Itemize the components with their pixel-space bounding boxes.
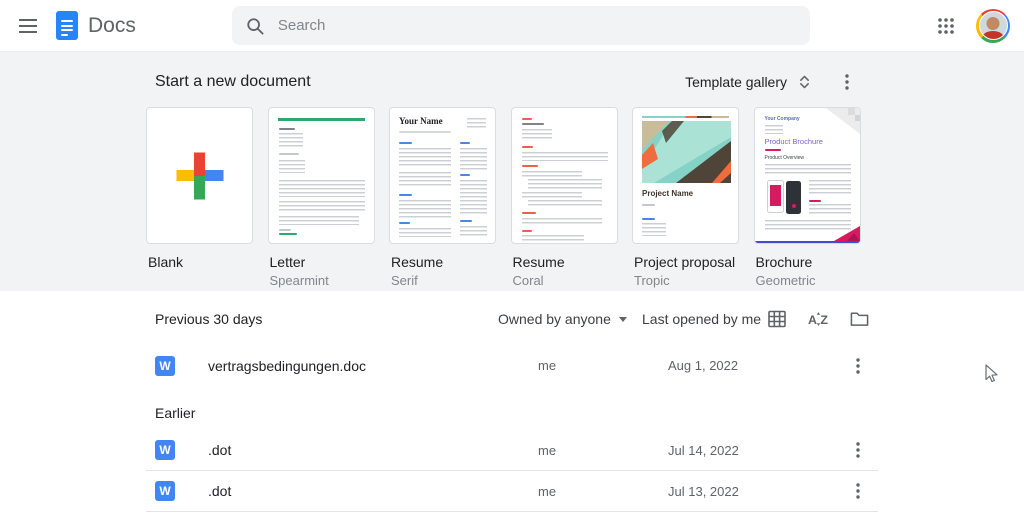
hamburger-menu-icon[interactable] — [8, 6, 48, 46]
template-name: Blank — [146, 254, 253, 270]
owned-by-filter-dropdown[interactable]: Owned by anyone — [498, 311, 627, 327]
template-card-project-proposal-tropic[interactable]: Project Name — [632, 107, 739, 244]
svg-text:A: A — [808, 313, 817, 327]
file-owner: me — [538, 358, 668, 373]
new-blank-plus-icon — [176, 152, 223, 199]
file-name: vertragsbedingungen.doc — [199, 358, 538, 374]
file-row-vertragsbedingungen[interactable]: W vertragsbedingungen.doc me Aug 1, 2022 — [146, 345, 878, 386]
template-style: Tropic — [632, 273, 739, 288]
file-last-opened: Jul 14, 2022 — [668, 443, 838, 458]
preview-title: Project Name — [642, 190, 693, 198]
file-owner: me — [538, 443, 668, 458]
file-row-dot-2[interactable]: W .dot me Jul 13, 2022 — [146, 471, 878, 512]
file-actions-kebab-icon[interactable] — [842, 475, 874, 507]
template-name: Brochure — [754, 254, 861, 270]
word-file-icon: W — [155, 356, 175, 376]
dropdown-caret-icon — [619, 317, 627, 322]
template-card-blank[interactable] — [146, 107, 253, 244]
template-style: Coral — [511, 273, 618, 288]
file-last-opened: Jul 13, 2022 — [668, 484, 838, 499]
file-row-dot-1[interactable]: W .dot me Jul 14, 2022 — [146, 430, 878, 471]
template-gallery-button[interactable]: Template gallery — [675, 66, 820, 98]
template-gallery-label: Template gallery — [685, 74, 787, 90]
word-file-icon: W — [155, 440, 175, 460]
preview-company: Your Company — [765, 117, 800, 122]
group-title-previous-30-days: Previous 30 days — [155, 311, 262, 327]
footer-geometry — [824, 226, 860, 241]
preview-title: Your Name — [399, 117, 443, 126]
apps-grid-icon[interactable] — [926, 6, 966, 46]
template-name: Letter — [268, 254, 375, 270]
docs-home-logo[interactable]: Docs — [56, 11, 136, 40]
sort-order-button[interactable]: Last opened by me — [642, 311, 761, 327]
grid-view-icon[interactable] — [764, 306, 790, 332]
owned-by-filter-label: Owned by anyone — [498, 311, 611, 327]
template-section-title: Start a new document — [155, 73, 311, 91]
template-card-resume-coral[interactable] — [511, 107, 618, 244]
group-title-earlier: Earlier — [155, 405, 195, 421]
word-file-icon: W — [155, 481, 175, 501]
product-name: Docs — [88, 14, 136, 38]
file-actions-kebab-icon[interactable] — [842, 350, 874, 382]
file-last-opened: Aug 1, 2022 — [668, 358, 838, 373]
corner-pattern — [826, 108, 860, 134]
documents-section: Previous 30 days Owned by anyone Last op… — [0, 301, 1024, 512]
search-bar[interactable] — [232, 6, 810, 45]
template-card-resume-serif[interactable]: Your Name — [389, 107, 496, 244]
file-actions-kebab-icon[interactable] — [842, 434, 874, 466]
template-style — [146, 273, 253, 288]
template-style: Serif — [389, 273, 496, 288]
preview-section: Product Overview — [765, 156, 804, 161]
search-input[interactable] — [278, 17, 796, 34]
file-owner: me — [538, 484, 668, 499]
template-name: Resume — [511, 254, 618, 270]
file-name: .dot — [199, 442, 538, 458]
template-style: Geometric — [754, 273, 861, 288]
template-style: Spearmint — [268, 273, 375, 288]
template-card-letter-spearmint[interactable] — [268, 107, 375, 244]
docs-logo-icon — [56, 11, 78, 40]
template-section: Start a new document Template gallery — [0, 52, 1024, 291]
folder-picker-icon[interactable] — [846, 306, 872, 332]
documents-toolbar: Previous 30 days Owned by anyone Last op… — [146, 301, 878, 337]
template-card-brochure-geometric[interactable]: Your Company Product Brochure Product Ov… — [754, 107, 861, 244]
sort-az-icon[interactable]: A Z — [805, 306, 831, 332]
preview-title: Product Brochure — [765, 138, 823, 146]
avatar-photo — [979, 11, 1008, 40]
search-icon — [246, 17, 264, 35]
template-name: Resume — [389, 254, 496, 270]
account-avatar[interactable] — [976, 9, 1010, 43]
template-name: Project proposal — [632, 254, 739, 270]
template-cards-row: Blank Letter Spearmint — [146, 107, 878, 288]
tropic-cover-art — [642, 121, 731, 183]
file-name: .dot — [199, 483, 538, 499]
top-bar: Docs — [0, 0, 1024, 52]
template-options-kebab-icon[interactable] — [834, 69, 860, 95]
svg-text:Z: Z — [820, 313, 828, 327]
unfold-more-icon — [799, 74, 810, 90]
